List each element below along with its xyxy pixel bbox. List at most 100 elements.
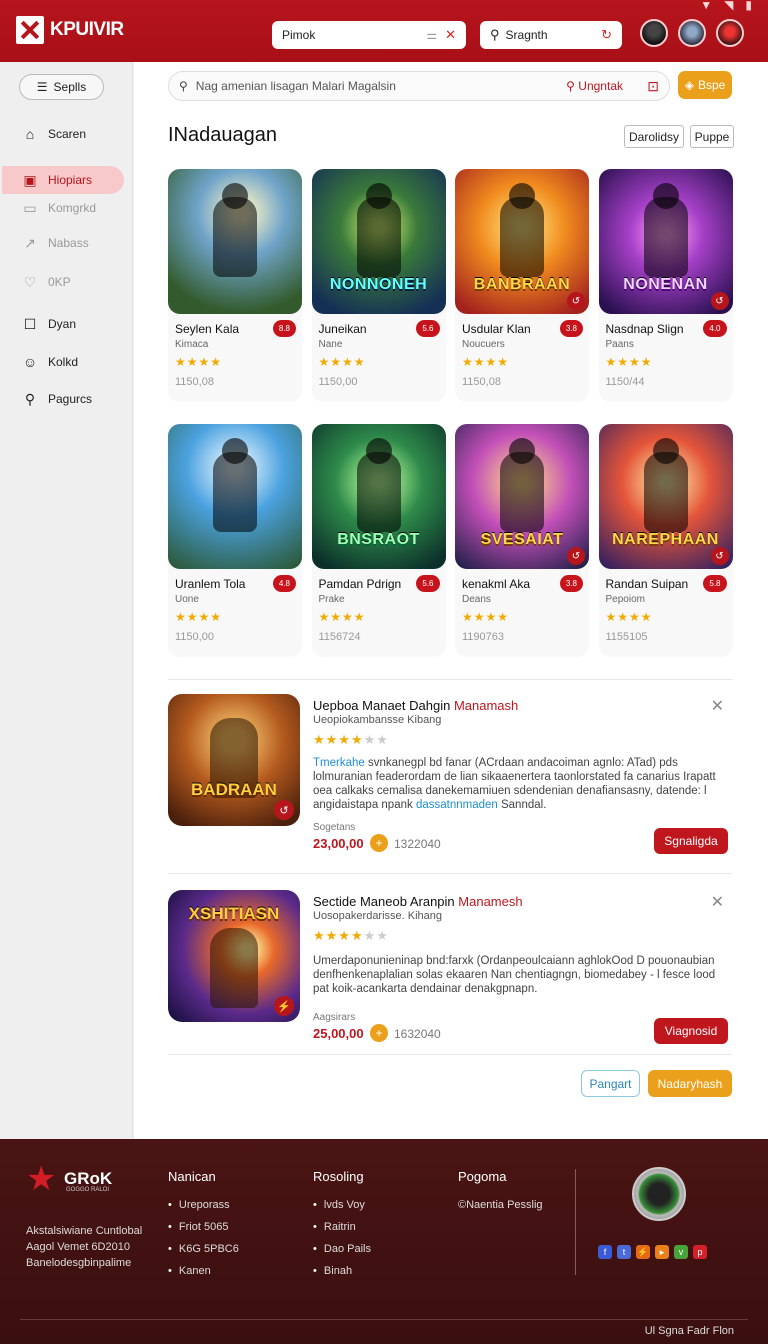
play-icon[interactable]: ↺: [567, 292, 585, 310]
calendar-icon: ☐: [23, 315, 37, 332]
avatar[interactable]: [678, 19, 706, 47]
game-card[interactable]: Seylen Kala 8.8 Kimaca ★★★★ 1150,08: [168, 169, 302, 402]
avatar[interactable]: [640, 19, 668, 47]
youtube-icon[interactable]: ▸: [655, 1245, 669, 1259]
game-card[interactable]: Uranlem Tola 4.8 Uone ★★★★ 1150,00: [168, 424, 302, 657]
footer-badge-icon[interactable]: [632, 1167, 686, 1221]
game-category: Uone: [175, 594, 199, 605]
tag-button-label: Bspe: [697, 78, 726, 92]
game-card[interactable]: BNSRAOT Pamdan Pdrign 5.6 Prake ★★★★ 1156724: [311, 424, 446, 657]
footer-link[interactable]: Dao Pails: [313, 1238, 371, 1260]
footer-link[interactable]: Ureporass: [168, 1194, 239, 1216]
clear-icon[interactable]: ✕: [445, 27, 456, 43]
star-rating: ★★★★★★: [313, 732, 389, 747]
footer-brand: GRoK: [64, 1169, 113, 1188]
close-icon[interactable]: ✕: [711, 696, 724, 716]
search-action-link[interactable]: ⚲ Ungntak: [566, 79, 623, 93]
pager-next-button[interactable]: Nadaryhash: [648, 1070, 732, 1097]
signal-icon: ▼: [700, 0, 713, 12]
play-icon[interactable]: ↺: [710, 547, 729, 565]
rss-icon[interactable]: ⚡: [636, 1245, 650, 1259]
sidebar-item-label: Nabass: [48, 236, 89, 250]
bag-icon[interactable]: ⊡: [647, 78, 659, 95]
avatar[interactable]: [716, 19, 744, 47]
featured-subtitle: Uosopakerdarisse. Kihang: [313, 910, 443, 922]
main-search-placeholder: Nag amenian lisagan Malari Magalsin: [195, 79, 396, 93]
facebook-icon[interactable]: f: [598, 1245, 612, 1259]
vine-icon[interactable]: v: [674, 1245, 688, 1259]
footer-link[interactable]: lvds Voy: [313, 1194, 371, 1216]
game-card[interactable]: NAREPHAAN ↺ Randan Suipan 5.8 Pepoiom ★★★★ 115…: [598, 424, 733, 657]
game-thumbnail[interactable]: NONNONEH: [311, 169, 446, 314]
app-logo[interactable]: KPUIVIR: [16, 16, 124, 44]
play-icon[interactable]: ↺: [274, 800, 294, 820]
footer-link[interactable]: K6G 5PBC6: [168, 1238, 239, 1260]
featured-action-button[interactable]: Viagnosid: [654, 1018, 728, 1044]
game-thumbnail[interactable]: [168, 424, 302, 569]
sidebar-menu-button[interactable]: ☰ Seplls: [19, 74, 104, 100]
download-count: 1632040: [394, 1027, 441, 1041]
game-card[interactable]: NONNONEH Juneikan 5.6 Nane ★★★★ 1150,00: [311, 169, 446, 402]
footer-bottom-links[interactable]: Ul Sgna Fadr Flon: [645, 1325, 734, 1337]
game-thumbnail[interactable]: [168, 169, 302, 314]
game-card[interactable]: SVESAIAT ↺ kenakml Aka 3.8 Deans ★★★★ 1190763: [455, 424, 589, 657]
sidebar-item-label: Dyan: [48, 317, 77, 331]
brand-name: KPUIVIR: [50, 19, 124, 40]
close-icon[interactable]: ✕: [711, 892, 724, 912]
main-search-input[interactable]: ⚲ Nag amenian lisagan Malari Magalsin ⚲ …: [168, 71, 670, 101]
divider: [168, 873, 732, 874]
featured-action-button[interactable]: Sgnaligda: [654, 828, 728, 854]
sidebar-item-komgrkd[interactable]: ▭ Komgrkd: [22, 200, 96, 216]
sidebar-item-nabass[interactable]: ↗ Nabass: [22, 235, 89, 251]
footer-address: Akstalsiwiane Cuntlobal Aagol Vemet 6D20…: [26, 1225, 143, 1269]
play-icon[interactable]: ↺: [710, 292, 729, 310]
sidebar-item-pagurcs[interactable]: ⚲ Pagurcs: [22, 391, 92, 407]
download-count: 1150,08: [175, 376, 214, 388]
play-icon[interactable]: ⚡: [274, 996, 294, 1016]
tag-icon: ◈: [684, 78, 694, 92]
featured-thumbnail[interactable]: BADRAAN ↺: [168, 694, 300, 826]
footer-logo[interactable]: ★ GRoK GOGGO RALOI: [26, 1162, 113, 1196]
refresh-icon[interactable]: ↻: [601, 27, 612, 43]
twitter-icon[interactable]: t: [617, 1245, 631, 1259]
secondary-search-input[interactable]: ⚲ Sragnth ↻: [480, 21, 622, 49]
game-card[interactable]: NONENAN ↺ Nasdnap Slign 4.0 Paans ★★★★ 1150/44: [598, 169, 733, 402]
sidebar-item-okp[interactable]: ♡ 0KP: [22, 274, 71, 290]
search-icon: ⚲: [179, 79, 188, 93]
divider: [168, 1054, 732, 1055]
sidebar-item-kolkd[interactable]: ☺ Kolkd: [22, 354, 78, 370]
sidebar-item-hiopiars[interactable]: ▣ Hiopiars: [2, 166, 124, 194]
tag-button[interactable]: ◈ Bspe: [678, 71, 732, 99]
footer-link[interactable]: ©Naentia Pesslig: [458, 1194, 543, 1216]
featured-item[interactable]: XSHITIASN ⚡ Sectide Maneob Aranpin Manam…: [168, 890, 732, 1044]
game-thumbnail[interactable]: BNSRAOT: [311, 424, 446, 569]
footer-link[interactable]: Kanen: [168, 1260, 239, 1282]
featured-item[interactable]: BADRAAN ↺ Uepboa Manaet Dahgin Manamash …: [168, 694, 732, 854]
game-name: Uranlem Tola: [175, 577, 246, 591]
sidebar-item-scaren[interactable]: ⌂ Scaren: [22, 126, 86, 142]
footer-column-pogoma: Pogoma ©Naentia Pesslig: [458, 1169, 543, 1216]
filter-button-darolidsy[interactable]: Darolidsy: [624, 125, 684, 148]
footer-link[interactable]: Binah: [313, 1260, 371, 1282]
filter-icon[interactable]: ⚌: [426, 28, 437, 42]
star-rating: ★★★★: [605, 610, 653, 624]
home-icon: ⌂: [25, 126, 35, 142]
game-card[interactable]: BANBRAAN ↺ Usdular Klan 3.8 Noucuers ★★★★ 1150…: [455, 169, 589, 402]
game-thumbnail[interactable]: NAREPHAAN ↺: [598, 424, 733, 569]
pinterest-icon[interactable]: p: [693, 1245, 707, 1259]
game-category: Pepoiom: [605, 594, 645, 605]
rating-badge: 5.6: [416, 320, 440, 337]
pager-prev-button[interactable]: Pangart: [581, 1070, 640, 1097]
sidebar-item-dyan[interactable]: ☐ Dyan: [22, 316, 76, 332]
footer-link[interactable]: Friot 5065: [168, 1216, 239, 1238]
filter-button-puppe[interactable]: Puppe: [690, 125, 734, 148]
download-count: 1155105: [605, 631, 648, 643]
footer-link[interactable]: Raitrin: [313, 1216, 371, 1238]
game-thumbnail[interactable]: BANBRAAN ↺: [455, 169, 589, 314]
top-search-input[interactable]: Pimok ⚌ ✕: [272, 21, 466, 49]
game-thumbnail[interactable]: NONENAN ↺: [598, 169, 733, 314]
play-icon[interactable]: ↺: [567, 547, 585, 565]
game-thumbnail[interactable]: SVESAIAT ↺: [455, 424, 589, 569]
game-category: Noucuers: [462, 339, 505, 350]
featured-thumbnail[interactable]: XSHITIASN ⚡: [168, 890, 300, 1022]
